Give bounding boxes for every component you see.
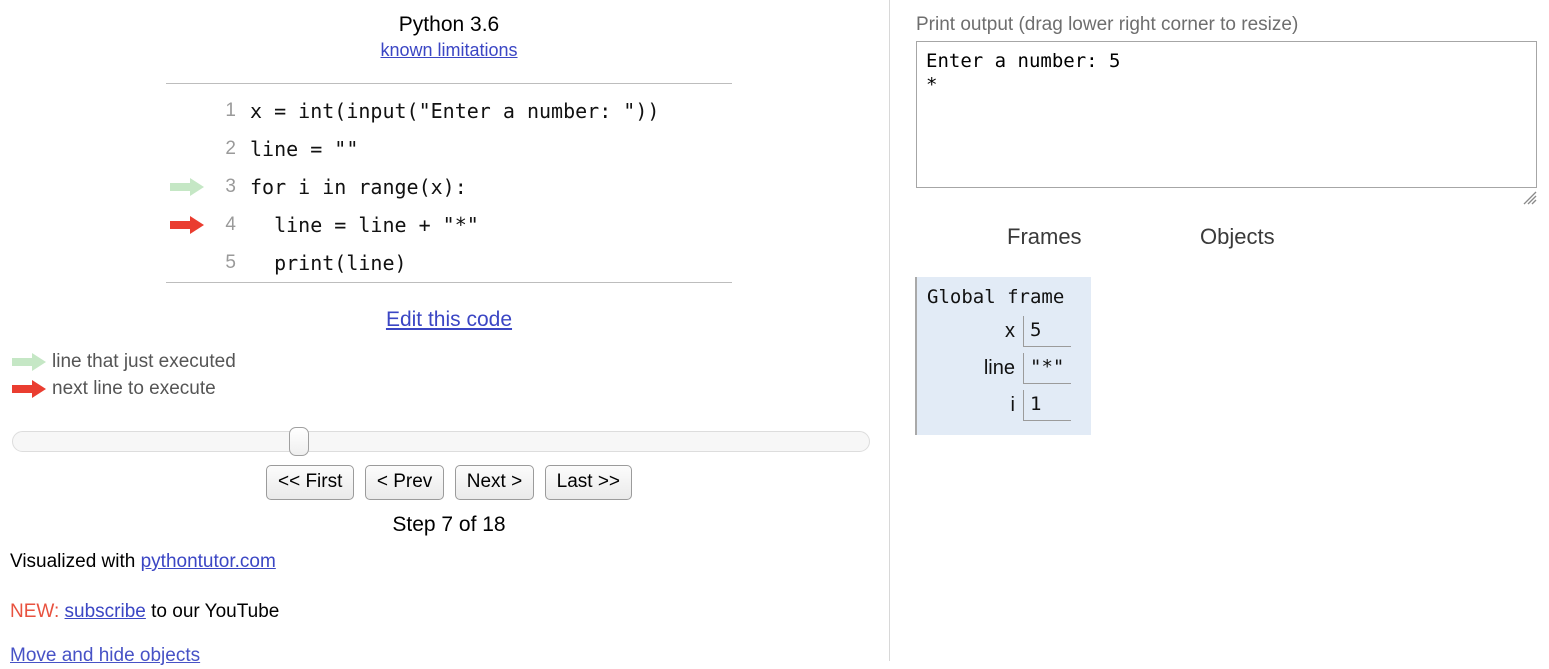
code-line-text: print(line) <box>250 251 407 275</box>
prev-button[interactable]: < Prev <box>364 465 445 500</box>
variable-row: line "*" <box>927 353 1081 384</box>
legend-row-next: next line to execute <box>10 375 236 402</box>
code-line-marker-cell <box>166 206 210 244</box>
language-header: Python 3.6 known limitations <box>166 12 732 62</box>
code-line-marker-cell <box>166 244 210 282</box>
legend-row-executed: line that just executed <box>10 348 236 375</box>
move-and-hide-objects-link[interactable]: Move and hide objects <box>10 643 200 669</box>
code-top-rule <box>166 83 732 84</box>
variable-name: x <box>1005 320 1015 342</box>
step-counter: Step 7 of 18 <box>392 513 506 536</box>
variable-value: 1 <box>1023 390 1071 421</box>
pythontutor-link[interactable]: pythontutor.com <box>141 551 276 572</box>
next-button[interactable]: Next > <box>454 465 535 500</box>
frames-objects-area: Frames Objects Global frame x 5 line "*"… <box>890 0 1549 661</box>
code-line-text: line = line + "*" <box>250 213 479 237</box>
legend-label-executed: line that just executed <box>52 351 236 372</box>
legend-label-next: next line to execute <box>52 378 216 399</box>
code-line-number: 4 <box>225 214 236 235</box>
code-line-text: line = "" <box>250 137 359 161</box>
variable-row: i 1 <box>927 390 1081 421</box>
code-line-text: for i in range(x): <box>250 175 467 199</box>
variable-name: line <box>983 357 1015 379</box>
subscribe-suffix-text: to our YouTube <box>145 601 280 622</box>
code-line-number: 5 <box>225 252 236 273</box>
variable-row: x 5 <box>927 316 1081 347</box>
execution-slider[interactable] <box>12 427 870 456</box>
code-line-executed[interactable]: 3 for i in range(x): <box>166 168 732 206</box>
arrow-legend: line that just executed next line to exe… <box>10 348 236 402</box>
red-arrow-icon <box>170 216 204 234</box>
red-arrow-icon <box>12 379 46 398</box>
panel-headers: Frames Objects <box>890 224 1549 256</box>
code-line-marker-cell <box>166 130 210 168</box>
new-badge: NEW: <box>10 601 60 622</box>
objects-header: Objects <box>1200 224 1275 249</box>
variable-value: 5 <box>1023 316 1071 347</box>
slider-handle[interactable] <box>288 427 309 456</box>
code-panel: Python 3.6 known limitations 1 x = int(i… <box>0 0 889 666</box>
variable-value: "*" <box>1023 353 1071 384</box>
footer: Visualized with pythontutor.com NEW: sub… <box>10 549 279 649</box>
code-line-marker-cell <box>166 168 210 206</box>
subscribe-link[interactable]: subscribe <box>65 601 146 622</box>
code-line-number: 1 <box>225 100 236 121</box>
subscribe-line: NEW: subscribe to our YouTube <box>10 599 279 649</box>
code-line-number: 3 <box>225 176 236 197</box>
code-line[interactable]: 1 x = int(input("Enter a number: ")) <box>166 92 732 130</box>
green-arrow-icon <box>170 178 204 196</box>
first-button[interactable]: << First <box>265 465 355 500</box>
global-frame: Global frame x 5 line "*" i 1 <box>915 277 1091 435</box>
code-line-next[interactable]: 4 line = line + "*" <box>166 206 732 244</box>
green-arrow-icon <box>12 352 46 371</box>
code-line[interactable]: 2 line = "" <box>166 130 732 168</box>
variable-name: i <box>1010 394 1015 416</box>
frames-header: Frames <box>1007 224 1082 249</box>
code-line-number: 2 <box>225 138 236 159</box>
language-name: Python 3.6 <box>398 13 500 36</box>
edit-code-wrapper: Edit this code <box>166 308 732 332</box>
visualized-with-text: Visualized with <box>10 551 141 572</box>
code-line[interactable]: 5 print(line) <box>166 244 732 282</box>
known-limitations-link[interactable]: known limitations <box>380 38 517 62</box>
code-bottom-rule <box>166 282 732 283</box>
navigation-buttons: << First < Prev Next > Last >> <box>166 465 732 500</box>
last-button[interactable]: Last >> <box>544 465 633 500</box>
edit-this-code-link[interactable]: Edit this code <box>386 308 512 331</box>
visualized-with-line: Visualized with pythontutor.com <box>10 549 279 599</box>
code-line-marker-cell <box>166 92 210 130</box>
code-line-text: x = int(input("Enter a number: ")) <box>250 99 660 123</box>
slider-track[interactable] <box>12 431 870 452</box>
global-frame-title: Global frame <box>927 286 1065 308</box>
code-listing: 1 x = int(input("Enter a number: ")) 2 l… <box>166 92 732 282</box>
